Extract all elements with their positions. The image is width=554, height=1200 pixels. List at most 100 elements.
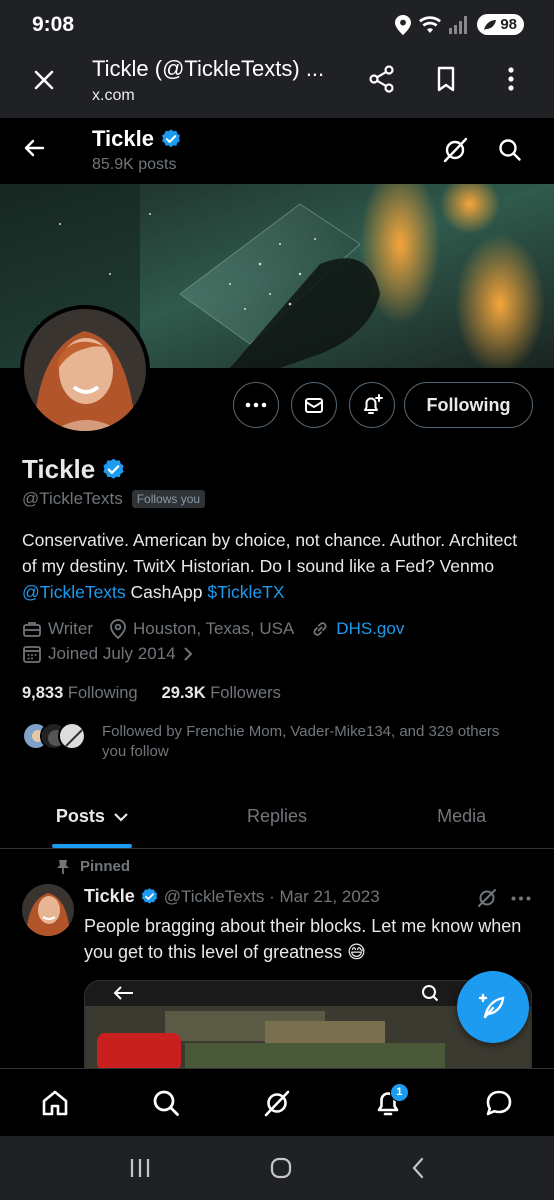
tab-posts[interactable]: Posts [0,785,185,848]
active-tab-indicator [52,844,133,848]
browser-bar: Tickle (@TickleTexts) ... x.com [0,50,554,118]
search-icon [153,1090,180,1116]
nav-search[interactable] [136,1073,196,1133]
verified-badge-icon [141,888,157,904]
bio-mention-link[interactable]: @TickleTexts [22,582,126,602]
grok-icon [264,1090,290,1116]
browser-url: x.com [92,87,135,104]
pinned-label: Pinned [56,858,130,875]
tweet-avatar[interactable] [22,884,74,936]
bio-text: CashApp [125,582,208,602]
calendar-icon [23,646,41,663]
following-count: 9,833 [22,684,64,702]
compose-feather-icon [478,993,505,1019]
header-name-text: Tickle [92,126,154,151]
profile-meta: Writer Houston, Texas, USA DHS.gov [22,619,420,639]
followed-by-row[interactable]: Followed by Frenchie Mom, Vader-Mike134,… [22,722,512,762]
avatar-image [24,309,146,431]
following-label: Following [67,684,138,702]
profession-text: Writer [48,619,94,638]
home-circle-icon[interactable] [269,1156,293,1180]
following-count-link[interactable]: 9,833 Following [22,684,138,703]
compose-post-button[interactable] [457,971,529,1043]
tab-replies[interactable]: Replies [185,785,370,848]
battery-level: 98 [500,16,517,33]
bio-text: Conservative. American by choice, not ch… [22,530,518,576]
battery-indicator: 98 [477,14,524,35]
joined-item[interactable]: Joined July 2014 [22,644,194,664]
message-button[interactable] [291,382,337,428]
follows-you-badge: Follows you [131,490,206,508]
website-link[interactable]: DHS.gov [336,619,404,639]
recent-apps-icon[interactable] [128,1157,152,1179]
bio-cashtag-link[interactable]: $TickleTX [207,582,284,602]
share-icon[interactable] [367,64,397,94]
location-icon [395,14,412,35]
verified-badge-icon [103,458,124,479]
header-post-count: 85.9K posts [92,156,177,173]
tweet-text: People bragging about their blocks. Let … [84,916,522,962]
nav-grok[interactable] [247,1073,307,1133]
profile-actions [233,382,395,428]
system-navigation [0,1136,554,1200]
link-icon [313,622,327,636]
profession-item: Writer [22,619,93,639]
profile-tabs: Posts Replies Media [0,785,554,849]
profile-header: Tickle 85.9K posts [0,118,554,184]
search-icon[interactable] [497,137,523,163]
close-icon[interactable] [30,66,58,94]
battery-saver-icon [484,19,497,30]
tweet-handle-date: @TickleTexts · Mar 21, 2023 [163,886,380,906]
tweet-author-name[interactable]: Tickle [84,886,135,907]
profile-handle-row: @TickleTexts Follows you [22,489,206,509]
website-item[interactable]: DHS.gov [310,619,404,639]
joined-row[interactable]: Joined July 2014 [22,644,210,664]
status-bar: 9:08 98 [0,0,554,50]
back-arrow-icon[interactable] [22,136,46,160]
notifications-subscribe-button[interactable] [349,382,395,428]
tab-media-label: Media [437,806,487,826]
following-button[interactable]: Following [404,382,533,428]
header-name: Tickle [92,126,182,152]
followed-by-text: Followed by Frenchie Mom, Vader-Mike134,… [102,723,500,760]
nav-home[interactable] [25,1073,85,1133]
pin-icon [57,859,69,874]
followers-label: Followers [210,684,281,702]
joined-text: Joined July 2014 [48,644,176,663]
status-time: 9:08 [32,13,75,36]
home-icon [43,1090,68,1115]
profile-name: Tickle [22,454,126,485]
tweet-header: Tickle @TickleTexts · Mar 21, 2023 [84,886,380,907]
tab-posts-label: Posts [55,806,105,826]
chat-bubble-icon [486,1090,511,1115]
verified-badge-icon [162,129,180,148]
browser-page-title: Tickle (@TickleTexts) ... [92,56,325,81]
tweet-more-icon[interactable] [511,896,531,901]
signal-icon [449,15,468,34]
more-horizontal-icon [245,402,267,408]
nav-notifications[interactable]: 1 [358,1073,418,1133]
mutual-avatar [58,722,86,750]
chevron-right-icon [183,647,193,661]
pinned-text: Pinned [80,858,131,875]
notification-count-badge: 1 [389,1082,409,1102]
more-vertical-icon[interactable] [496,64,526,94]
more-options-button[interactable] [233,382,279,428]
location-pin-icon [110,619,126,639]
envelope-icon [305,398,323,413]
grok-icon[interactable] [476,887,498,909]
profile-avatar[interactable] [20,305,150,435]
profile-handle: @TickleTexts [22,489,123,508]
bell-plus-icon [364,394,383,414]
profile-bio: Conservative. American by choice, not ch… [22,527,534,605]
followers-count-link[interactable]: 29.3K Followers [162,684,281,703]
back-chevron-icon[interactable] [410,1156,426,1180]
bottom-navigation: 1 [0,1068,554,1136]
followers-count: 29.3K [161,684,206,702]
profile-name-text: Tickle [22,454,96,484]
nav-messages[interactable] [469,1073,529,1133]
bookmark-icon[interactable] [431,64,461,94]
grok-icon[interactable] [441,136,469,164]
tab-media[interactable]: Media [369,785,554,848]
briefcase-icon [23,622,41,637]
